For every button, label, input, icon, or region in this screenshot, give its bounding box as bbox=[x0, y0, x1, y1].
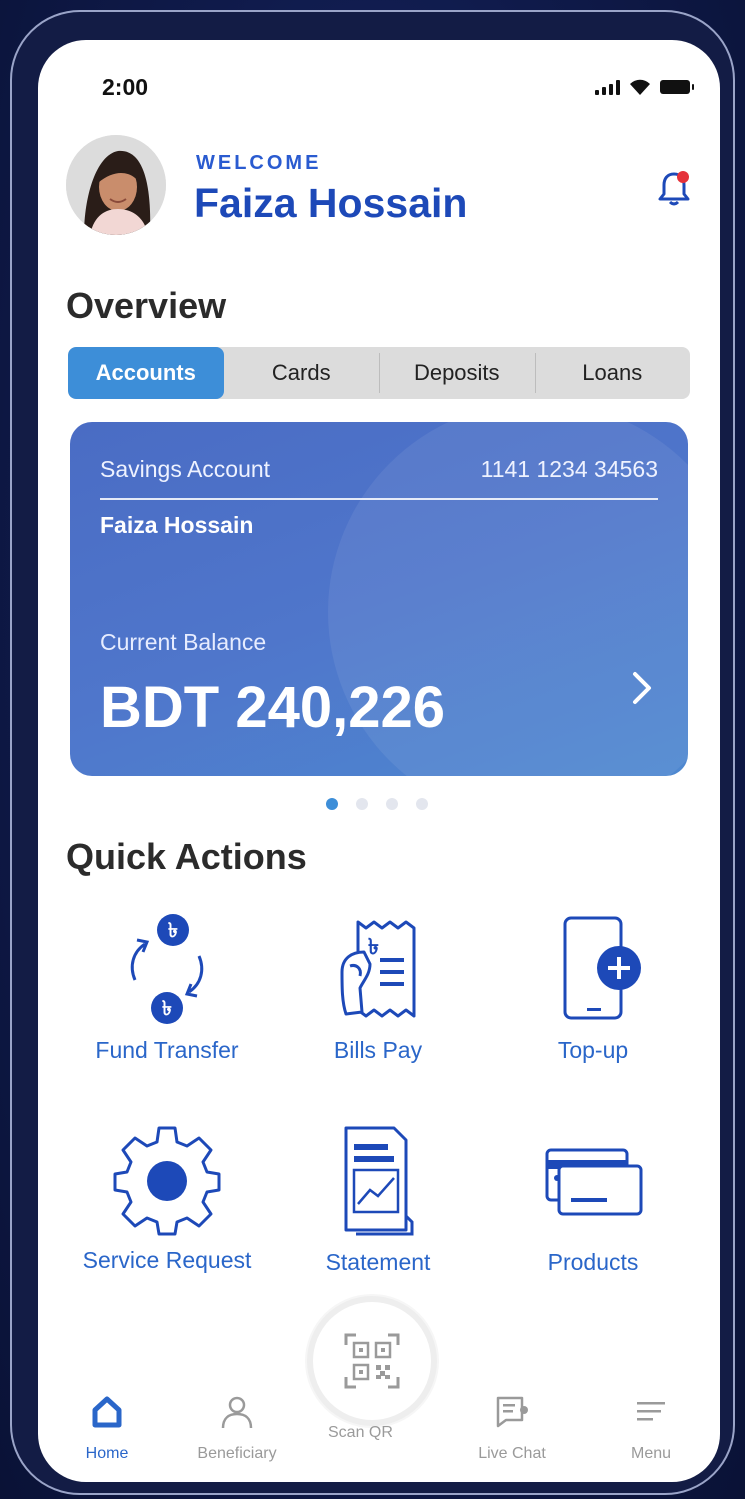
fund-transfer-icon: ৳ ৳ bbox=[130, 914, 204, 1024]
carousel-dot[interactable] bbox=[326, 798, 338, 810]
balance-value: BDT 240,226 bbox=[100, 675, 445, 740]
nav-live-chat[interactable]: Live Chat bbox=[457, 1392, 567, 1463]
tab-cards[interactable]: Cards bbox=[224, 347, 380, 399]
home-icon bbox=[92, 1396, 122, 1428]
svg-text:৳: ৳ bbox=[162, 996, 172, 1020]
chevron-right-icon[interactable] bbox=[630, 670, 654, 706]
card-divider bbox=[100, 498, 658, 500]
nav-menu-label: Menu bbox=[630, 1445, 672, 1462]
fund-transfer-label: Fund Transfer bbox=[95, 1037, 239, 1063]
account-card[interactable]: Savings Account 1141 1234 34563 Faiza Ho… bbox=[70, 422, 688, 776]
statement-button[interactable]: Statement bbox=[278, 1120, 478, 1276]
account-type: Savings Account bbox=[100, 456, 271, 482]
service-request-button[interactable]: Service Request bbox=[67, 1118, 267, 1274]
overview-title: Overview bbox=[66, 285, 227, 326]
status-time: 2:00 bbox=[102, 74, 149, 100]
nav-menu[interactable]: Menu bbox=[596, 1392, 706, 1463]
balance-label: Current Balance bbox=[100, 629, 267, 655]
avatar[interactable] bbox=[66, 135, 166, 235]
welcome-label: WELCOME bbox=[196, 152, 322, 174]
fund-transfer-button[interactable]: ৳ ৳ Fund Transfer bbox=[67, 908, 267, 1064]
top-up-button[interactable]: Top-up bbox=[493, 908, 693, 1064]
qr-code-icon bbox=[344, 1333, 400, 1389]
status-bar: 2:00 bbox=[38, 40, 720, 130]
user-name: Faiza Hossain bbox=[194, 180, 468, 226]
nav-live-chat-label: Live Chat bbox=[478, 1445, 546, 1462]
nav-home-label: Home bbox=[85, 1445, 129, 1462]
bills-pay-button[interactable]: ৳ Bills Pay bbox=[278, 908, 478, 1064]
tab-deposits[interactable]: Deposits bbox=[379, 347, 535, 399]
account-number: 1141 1234 34563 bbox=[480, 456, 658, 482]
svg-text:৳: ৳ bbox=[368, 935, 379, 960]
quick-actions-title: Quick Actions bbox=[66, 836, 307, 877]
user-icon bbox=[221, 1396, 253, 1429]
nav-home[interactable]: Home bbox=[52, 1392, 162, 1463]
statement-icon bbox=[344, 1126, 414, 1236]
notification-dot bbox=[677, 171, 689, 183]
carousel-dot[interactable] bbox=[416, 798, 428, 810]
gear-icon bbox=[113, 1126, 221, 1236]
carousel-dot[interactable] bbox=[356, 798, 368, 810]
tab-loans[interactable]: Loans bbox=[534, 347, 691, 399]
nav-beneficiary-label: Beneficiary bbox=[197, 1445, 277, 1462]
svg-text:৳: ৳ bbox=[168, 918, 178, 942]
service-request-label: Service Request bbox=[82, 1247, 252, 1273]
menu-icon bbox=[637, 1402, 665, 1421]
bills-pay-label: Bills Pay bbox=[333, 1037, 423, 1063]
top-up-icon bbox=[563, 916, 641, 1020]
overview-tabs: Accounts Cards Deposits Loans bbox=[68, 347, 690, 399]
tab-accounts[interactable]: Accounts bbox=[68, 347, 224, 399]
top-up-label: Top-up bbox=[557, 1037, 629, 1063]
bills-pay-icon: ৳ bbox=[340, 920, 416, 1018]
wifi-icon bbox=[630, 79, 650, 95]
products-label: Products bbox=[547, 1249, 639, 1275]
signal-icon bbox=[595, 79, 620, 95]
chat-icon bbox=[496, 1396, 528, 1428]
battery-icon bbox=[660, 80, 694, 94]
cards-icon bbox=[545, 1148, 643, 1216]
notification-bell-icon[interactable] bbox=[656, 168, 692, 208]
app-screen: 2:00 WELCOME Faiza Hossain Overview Acco… bbox=[38, 40, 720, 1482]
carousel-dots bbox=[326, 798, 428, 810]
status-icons bbox=[595, 78, 694, 96]
scan-qr-button[interactable] bbox=[313, 1302, 431, 1420]
statement-label: Statement bbox=[325, 1249, 431, 1275]
scan-qr-label: Scan QR bbox=[328, 1424, 393, 1441]
profile-photo bbox=[66, 135, 166, 235]
nav-beneficiary[interactable]: Beneficiary bbox=[182, 1392, 292, 1463]
account-holder: Faiza Hossain bbox=[100, 512, 254, 538]
products-button[interactable]: Products bbox=[493, 1120, 693, 1276]
carousel-dot[interactable] bbox=[386, 798, 398, 810]
